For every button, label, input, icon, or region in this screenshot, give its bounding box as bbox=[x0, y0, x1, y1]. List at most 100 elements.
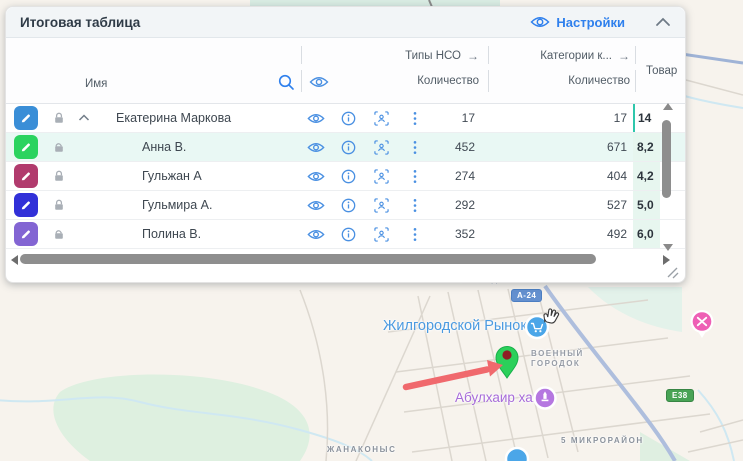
group-label: Типы НСО bbox=[405, 50, 461, 62]
row-info-icon[interactable] bbox=[332, 111, 365, 126]
map-label-5-mikroraion: 5 МИКРОРАЙОН bbox=[561, 436, 644, 445]
table-row[interactable]: Гульмира А. 292 527 5,0 bbox=[6, 191, 685, 220]
row-info-icon[interactable] bbox=[332, 169, 365, 184]
row-menu-dots-icon[interactable] bbox=[398, 198, 431, 213]
panel-title: Итоговая таблица bbox=[20, 15, 530, 30]
road-badge-e38: Е38 bbox=[666, 389, 694, 402]
vertical-scroll-thumb[interactable] bbox=[662, 120, 671, 198]
column-visibility-eye-icon[interactable] bbox=[309, 75, 329, 89]
edit-pencil-button[interactable] bbox=[14, 193, 38, 217]
row-eye-icon[interactable] bbox=[299, 170, 332, 183]
column-header-qty-1[interactable]: Количество bbox=[381, 75, 479, 87]
row-eye-icon[interactable] bbox=[299, 141, 332, 154]
edit-pencil-button[interactable] bbox=[14, 164, 38, 188]
lock-icon[interactable] bbox=[52, 198, 66, 212]
map-label-abulkhair-khan: Абулхаир хан bbox=[455, 390, 540, 405]
qty-category-value: 527 bbox=[481, 198, 633, 212]
arrow-right-icon: → bbox=[618, 49, 630, 63]
row-menu-dots-icon[interactable] bbox=[398, 140, 431, 155]
qty-nso-value: 274 bbox=[431, 169, 481, 183]
row-eye-icon[interactable] bbox=[299, 112, 332, 125]
pencil-icon bbox=[19, 198, 33, 212]
row-info-icon[interactable] bbox=[332, 140, 365, 155]
pencil-icon bbox=[19, 140, 33, 154]
arrow-right-icon: → bbox=[467, 49, 479, 63]
eye-icon bbox=[530, 15, 550, 29]
monument-poi-icon[interactable] bbox=[535, 388, 556, 409]
edit-pencil-button[interactable] bbox=[14, 106, 38, 130]
map-label-zhanakonys: ЖАНАКОНЫС bbox=[327, 445, 396, 454]
qty-nso-value: 452 bbox=[431, 140, 481, 154]
table-header: Типы НСО → Категории к... → Товар Имя Ко… bbox=[6, 38, 685, 104]
qty-nso-value: 292 bbox=[431, 198, 481, 212]
row-info-icon[interactable] bbox=[332, 227, 365, 242]
row-info-icon[interactable] bbox=[332, 198, 365, 213]
row-eye-icon[interactable] bbox=[299, 228, 332, 241]
horizontal-scroll-thumb[interactable] bbox=[20, 254, 596, 264]
vertical-scrollbar[interactable] bbox=[660, 103, 674, 251]
row-name: Полина В. bbox=[96, 227, 299, 241]
row-eye-icon[interactable] bbox=[299, 199, 332, 212]
row-locate-agent-icon[interactable] bbox=[365, 198, 398, 213]
summary-table-panel: Итоговая таблица Настройки Типы НСО → Ка… bbox=[5, 6, 686, 283]
settings-button[interactable]: Настройки bbox=[530, 15, 625, 30]
row-locate-agent-icon[interactable] bbox=[365, 169, 398, 184]
edit-pencil-button[interactable] bbox=[14, 222, 38, 246]
tovar-value: 4,2 bbox=[633, 162, 660, 190]
lock-open-icon[interactable] bbox=[52, 227, 66, 241]
table-row[interactable]: Анна В. 452 671 8,2 bbox=[6, 133, 685, 162]
qty-category-value: 492 bbox=[481, 227, 633, 241]
pin-dot bbox=[502, 350, 511, 359]
row-locate-agent-icon[interactable] bbox=[365, 140, 398, 155]
pencil-icon bbox=[19, 227, 33, 241]
scroll-left-arrow-icon[interactable] bbox=[11, 255, 18, 265]
tovar-value: 5,0 bbox=[633, 191, 660, 219]
scroll-up-arrow-icon[interactable] bbox=[663, 103, 673, 110]
scroll-right-arrow-icon[interactable] bbox=[663, 255, 670, 265]
row-locate-agent-icon[interactable] bbox=[365, 227, 398, 242]
tovar-value: 6,0 bbox=[633, 220, 660, 248]
pencil-icon bbox=[19, 169, 33, 183]
row-name: Анна В. bbox=[96, 140, 299, 154]
column-header-name: Имя bbox=[85, 78, 107, 90]
pencil-icon bbox=[19, 111, 33, 125]
row-name: Гульмира А. bbox=[96, 198, 299, 212]
lock-open-icon[interactable] bbox=[52, 140, 66, 154]
lock-icon[interactable] bbox=[52, 111, 66, 125]
collapse-chevron-up-icon[interactable] bbox=[655, 17, 671, 27]
tovar-value: 8,2 bbox=[633, 133, 660, 161]
qty-category-value: 17 bbox=[481, 111, 633, 125]
column-header-tovar: Товар bbox=[646, 65, 677, 77]
row-name: Екатерина Маркова bbox=[96, 111, 299, 125]
row-name: Гульжан А bbox=[96, 169, 299, 183]
row-menu-dots-icon[interactable] bbox=[398, 227, 431, 242]
lock-icon[interactable] bbox=[52, 169, 66, 183]
scroll-down-arrow-icon[interactable] bbox=[663, 244, 673, 251]
map-label-voenny-gorodok: ВОЕННЫЙ ГОРОДОК bbox=[531, 349, 599, 369]
bottom-poi-icon[interactable] bbox=[506, 448, 528, 461]
column-group-nso-types[interactable]: Типы НСО → bbox=[346, 49, 479, 63]
edit-pencil-button[interactable] bbox=[14, 135, 38, 159]
settings-label: Настройки bbox=[556, 15, 625, 30]
qty-category-value: 671 bbox=[481, 140, 633, 154]
table-row[interactable]: Полина В. 352 492 6,0 bbox=[6, 220, 685, 249]
collapse-row-caret-icon[interactable] bbox=[78, 114, 90, 122]
map-label-market: Жилгородской Рынок bbox=[383, 318, 527, 334]
tovar-value: 14 bbox=[633, 104, 660, 132]
qty-nso-value: 352 bbox=[431, 227, 481, 241]
row-menu-dots-icon[interactable] bbox=[398, 169, 431, 184]
qty-category-value: 404 bbox=[481, 169, 633, 183]
table-body: Екатерина Маркова 17 17 14 Анна В. bbox=[6, 104, 685, 249]
table-row[interactable]: Гульжан А 274 404 4,2 bbox=[6, 162, 685, 191]
search-icon[interactable] bbox=[277, 73, 295, 91]
row-locate-agent-icon[interactable] bbox=[365, 111, 398, 126]
market-poi-icon[interactable] bbox=[526, 316, 548, 338]
horizontal-scrollbar[interactable] bbox=[8, 252, 670, 266]
qty-nso-value: 17 bbox=[431, 111, 481, 125]
panel-resize-handle[interactable] bbox=[665, 265, 679, 279]
panel-title-bar: Итоговая таблица Настройки bbox=[6, 7, 685, 38]
column-header-qty-2[interactable]: Количество bbox=[526, 75, 630, 87]
table-row[interactable]: Екатерина Маркова 17 17 14 bbox=[6, 104, 685, 133]
row-menu-dots-icon[interactable] bbox=[398, 111, 431, 126]
column-group-categories[interactable]: Категории к... → bbox=[501, 49, 630, 63]
